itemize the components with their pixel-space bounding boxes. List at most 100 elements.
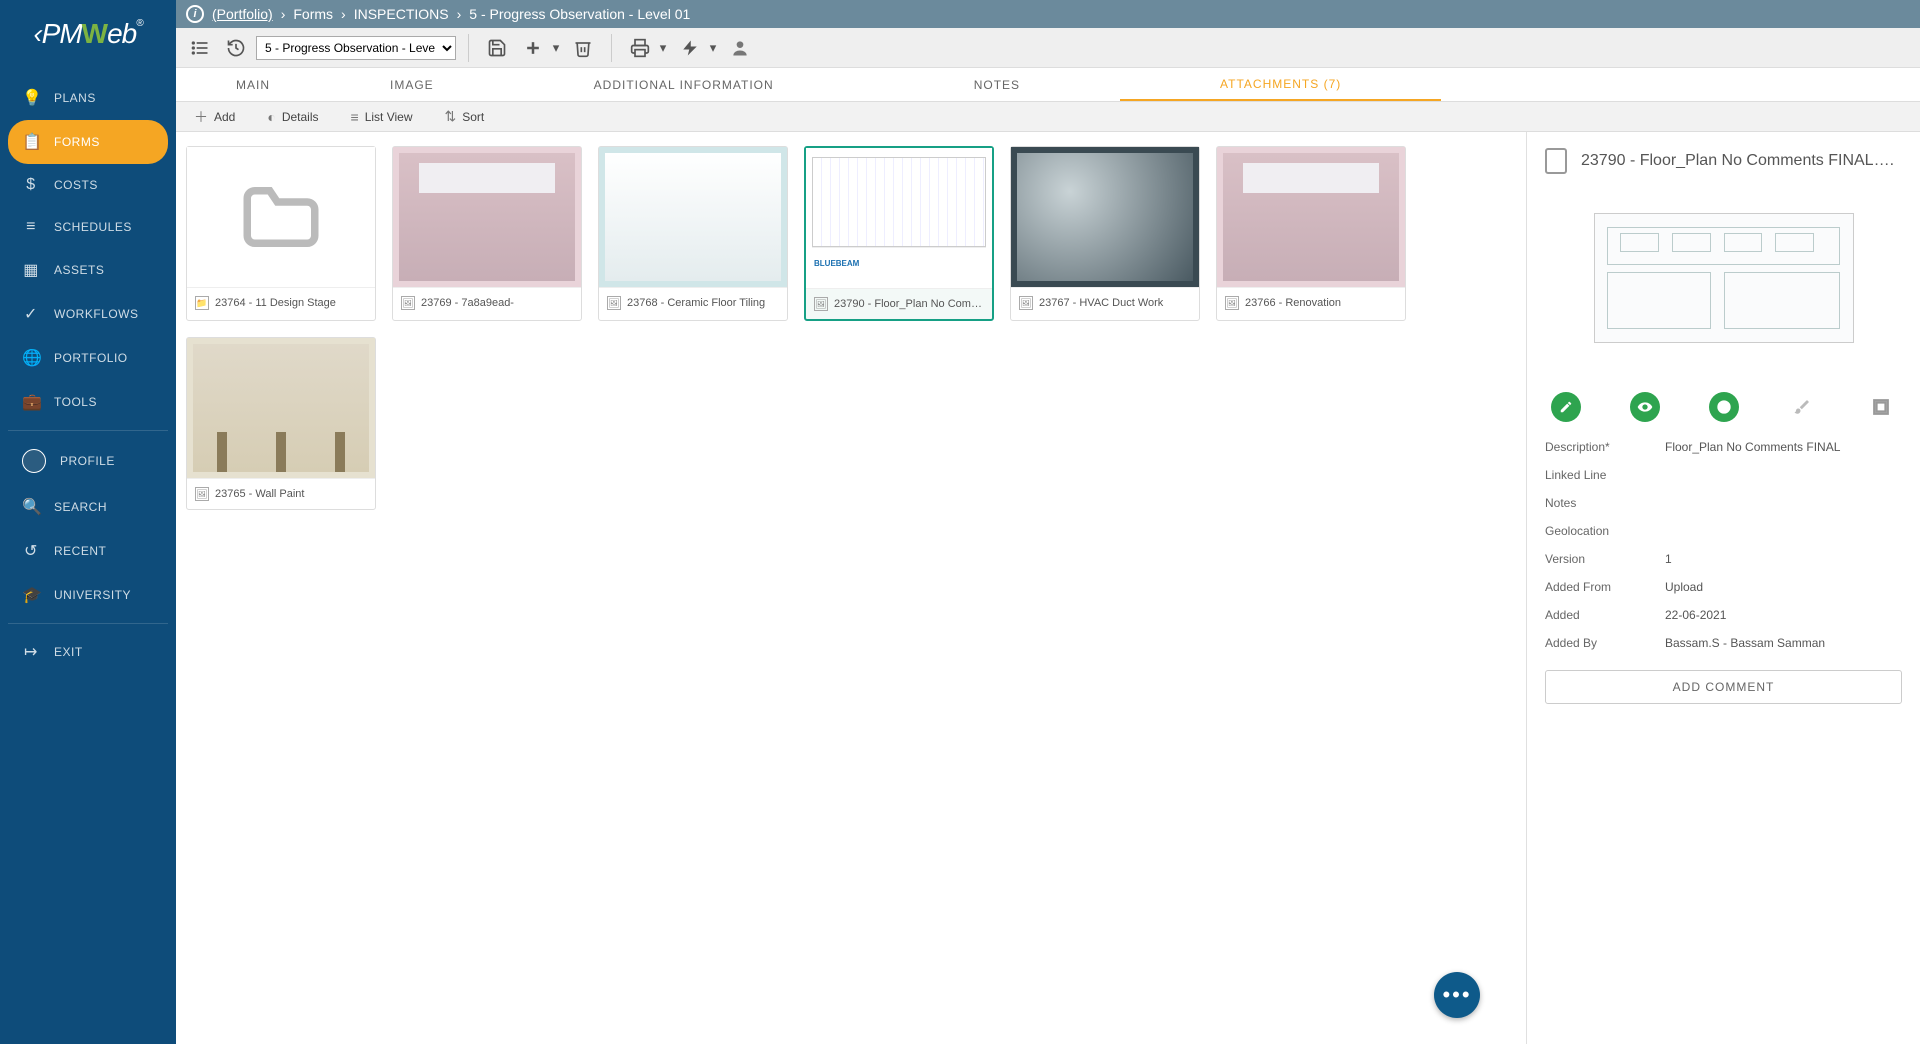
breadcrumb-root[interactable]: (Portfolio) bbox=[212, 6, 273, 22]
sidebar-item-label: UNIVERSITY bbox=[54, 588, 131, 602]
sidebar-item-portfolio[interactable]: 🌐PORTFOLIO bbox=[8, 336, 168, 380]
attachment-card[interactable]: 🖼 23765 - Wall Paint bbox=[186, 337, 376, 510]
tab-image[interactable]: IMAGE bbox=[330, 68, 494, 101]
sidebar-item-label: PROFILE bbox=[60, 454, 115, 468]
meta-label: Notes bbox=[1545, 496, 1665, 510]
grid-icon: ▦ bbox=[22, 260, 40, 280]
globe-icon: 🌐 bbox=[22, 348, 40, 368]
card-label: 23768 - Ceramic Floor Tiling bbox=[627, 297, 765, 309]
info-icon[interactable]: i bbox=[186, 5, 204, 23]
sidebar-item-costs[interactable]: $COSTS bbox=[8, 164, 168, 206]
sidebar-item-profile[interactable]: PROFILE bbox=[8, 437, 168, 485]
toggle-icon: ◐ bbox=[267, 109, 275, 125]
image-icon: 🖼 bbox=[195, 487, 209, 501]
schedule-icon: ≡ bbox=[22, 218, 40, 236]
tab-bar: MAIN IMAGE ADDITIONAL INFORMATION NOTES … bbox=[176, 68, 1920, 102]
meta-value bbox=[1665, 524, 1902, 538]
bulb-icon: 💡 bbox=[22, 88, 40, 108]
breadcrumb-forms[interactable]: Forms bbox=[293, 6, 333, 22]
sidebar-item-assets[interactable]: ▦ ASSETS bbox=[8, 248, 168, 292]
attachment-card[interactable]: 📁23764 - 11 Design Stage bbox=[186, 146, 376, 321]
image-icon: 🖼 bbox=[401, 296, 415, 310]
fab-more-button[interactable]: ••• bbox=[1434, 972, 1480, 1018]
image-icon: 🖼 bbox=[607, 296, 621, 310]
attachment-card[interactable]: 🖼23769 - 7a8a9ead- bbox=[392, 146, 582, 321]
meta-value bbox=[1665, 468, 1902, 482]
sort-button[interactable]: ⇅Sort bbox=[439, 104, 491, 129]
add-comment-button[interactable]: ADD COMMENT bbox=[1545, 670, 1902, 704]
graduate-icon: 🎓 bbox=[22, 585, 40, 605]
detail-title: 23790 - Floor_Plan No Comments FINAL…. bbox=[1581, 152, 1902, 170]
print-icon[interactable] bbox=[624, 32, 656, 64]
attachment-card-selected[interactable]: BLUEBEAM 🖼23790 - Floor_Plan No Com… bbox=[804, 146, 994, 321]
sidebar-item-tools[interactable]: 💼TOOLS bbox=[8, 380, 168, 424]
view-button[interactable] bbox=[1630, 392, 1660, 422]
card-label: 23764 - 11 Design Stage bbox=[215, 297, 336, 309]
meta-label: Added From bbox=[1545, 580, 1665, 594]
crop-button[interactable] bbox=[1866, 392, 1896, 422]
meta-value: 1 bbox=[1665, 552, 1902, 566]
sidebar-item-label: RECENT bbox=[54, 544, 106, 558]
edit-button[interactable] bbox=[1551, 392, 1581, 422]
tab-notes[interactable]: NOTES bbox=[874, 68, 1120, 101]
bolt-dropdown-icon[interactable]: ▾ bbox=[706, 32, 720, 64]
tab-attachments[interactable]: ATTACHMENTS (7) bbox=[1120, 68, 1441, 101]
download-button[interactable] bbox=[1709, 392, 1739, 422]
brush-button[interactable] bbox=[1787, 392, 1817, 422]
sidebar-item-plans[interactable]: 💡PLANS bbox=[8, 76, 168, 120]
user-icon[interactable] bbox=[724, 32, 756, 64]
sidebar-item-exit[interactable]: ↦EXIT bbox=[8, 630, 168, 674]
sidebar-item-label: EXIT bbox=[54, 645, 83, 659]
briefcase-icon: 💼 bbox=[22, 392, 40, 412]
record-select[interactable]: 5 - Progress Observation - Level 01 bbox=[256, 36, 456, 60]
list-icon: ≡ bbox=[351, 109, 359, 125]
delete-icon[interactable] bbox=[567, 32, 599, 64]
image-icon: 🖼 bbox=[1225, 296, 1239, 310]
meta-label: Version bbox=[1545, 552, 1665, 566]
tab-main[interactable]: MAIN bbox=[176, 68, 330, 101]
attachment-card[interactable]: 🖼 23768 - Ceramic Floor Tiling bbox=[598, 146, 788, 321]
sidebar-item-label: ASSETS bbox=[54, 263, 104, 277]
sidebar-item-search[interactable]: 🔍SEARCH bbox=[8, 485, 168, 529]
add-dropdown-icon[interactable]: ▾ bbox=[549, 32, 563, 64]
card-label: 23765 - Wall Paint bbox=[215, 488, 304, 500]
save-icon[interactable] bbox=[481, 32, 513, 64]
bolt-icon[interactable] bbox=[674, 32, 706, 64]
pdf-icon bbox=[1545, 148, 1567, 174]
sidebar-item-recent[interactable]: ↺ RECENT bbox=[8, 529, 168, 573]
listview-button[interactable]: ≡List View bbox=[345, 105, 419, 129]
sidebar-item-label: SCHEDULES bbox=[54, 220, 132, 234]
meta-value: 22-06-2021 bbox=[1665, 608, 1902, 622]
meta-value bbox=[1665, 496, 1902, 510]
attachment-grid: 📁23764 - 11 Design Stage 🖼23769 - 7a8a9e… bbox=[176, 132, 1527, 1044]
sidebar-item-label: COSTS bbox=[54, 178, 98, 192]
list-icon[interactable] bbox=[184, 32, 216, 64]
plus-icon: ＋ bbox=[194, 107, 208, 127]
photo-thumb bbox=[599, 147, 787, 287]
check-icon: ✓ bbox=[22, 304, 40, 324]
meta-label: Description* bbox=[1545, 440, 1665, 454]
logo[interactable]: ‹PMWeb® bbox=[0, 0, 176, 68]
sidebar-item-schedules[interactable]: ≡ SCHEDULES bbox=[8, 206, 168, 248]
details-button[interactable]: ◐Details bbox=[261, 105, 324, 129]
sidebar-item-university[interactable]: 🎓 UNIVERSITY bbox=[8, 573, 168, 617]
add-icon[interactable] bbox=[517, 32, 549, 64]
metadata-grid: Description*Floor_Plan No Comments FINAL… bbox=[1545, 440, 1902, 650]
sidebar-item-workflows[interactable]: ✓WORKFLOWS bbox=[8, 292, 168, 336]
toolbar: 5 - Progress Observation - Level 01 ▾ ▾ … bbox=[176, 28, 1920, 68]
breadcrumb-inspections[interactable]: INSPECTIONS bbox=[354, 6, 449, 22]
attachment-card[interactable]: 🖼23767 - HVAC Duct Work bbox=[1010, 146, 1200, 321]
breadcrumb-current: 5 - Progress Observation - Level 01 bbox=[469, 6, 690, 22]
photo-thumb bbox=[1011, 147, 1199, 287]
card-label: 23790 - Floor_Plan No Com… bbox=[834, 298, 982, 310]
image-icon: 🖼 bbox=[814, 297, 828, 311]
history-icon: ↺ bbox=[22, 541, 40, 561]
sidebar-item-forms[interactable]: 📋FORMS bbox=[8, 120, 168, 164]
print-dropdown-icon[interactable]: ▾ bbox=[656, 32, 670, 64]
history-icon[interactable] bbox=[220, 32, 252, 64]
tab-additional[interactable]: ADDITIONAL INFORMATION bbox=[494, 68, 874, 101]
preview-image[interactable] bbox=[1574, 188, 1874, 368]
add-button[interactable]: ＋Add bbox=[188, 103, 241, 131]
sort-icon: ⇅ bbox=[445, 108, 457, 125]
attachment-card[interactable]: 🖼23766 - Renovation bbox=[1216, 146, 1406, 321]
